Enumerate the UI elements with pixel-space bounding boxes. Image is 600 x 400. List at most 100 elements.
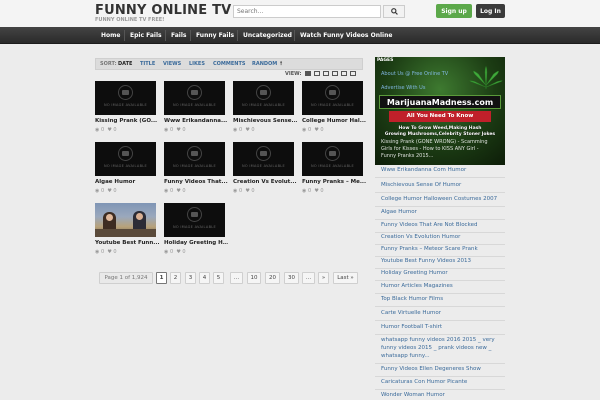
- sidebar-link[interactable]: Holiday Greeting Humor: [381, 270, 448, 276]
- sidebar-link[interactable]: Algae Humor: [381, 209, 417, 215]
- sort-views[interactable]: VIEWS: [163, 61, 181, 67]
- sort-title[interactable]: TITLE: [140, 61, 155, 67]
- ad-banner[interactable]: MarijuanaMadness.com All You Need To Kno…: [375, 57, 505, 165]
- sidebar-link[interactable]: Humor Football T-shirt: [381, 324, 442, 330]
- view-grid-small-icon[interactable]: [314, 71, 320, 76]
- view-list-small-icon[interactable]: [332, 71, 338, 76]
- sidebar-link[interactable]: College Humor Halloween Costumes 2007: [381, 196, 497, 202]
- video-title[interactable]: Algae Humor: [95, 179, 159, 185]
- view-label: VIEW:: [285, 71, 302, 77]
- heart-icon: ♥: [245, 127, 250, 133]
- eye-icon: ◉: [95, 249, 100, 255]
- sidebar-link[interactable]: Wonder Woman Humor: [381, 392, 445, 398]
- no-image-text: NO IMAGE AVAILABLE: [241, 164, 286, 168]
- login-button[interactable]: Log In: [476, 4, 505, 18]
- page-link[interactable]: 30: [284, 272, 299, 284]
- overlay-item[interactable]: Funny Pranks 2015...: [381, 153, 433, 159]
- sort-random[interactable]: RANDOM: [252, 61, 277, 67]
- search-input[interactable]: [233, 5, 381, 18]
- nav-epic-fails[interactable]: Epic Fails: [130, 27, 162, 44]
- sort-likes[interactable]: LIKES: [189, 61, 205, 67]
- video-thumbnail[interactable]: NO IMAGE AVAILABLE: [302, 81, 363, 115]
- page-link[interactable]: 4: [199, 272, 210, 284]
- sidebar-link[interactable]: whatsapp funny...: [381, 353, 430, 359]
- video-thumbnail[interactable]: [95, 203, 156, 237]
- view-compact-icon[interactable]: [350, 71, 356, 76]
- sidebar-link[interactable]: Mischievous Sense Of Humor: [381, 182, 461, 188]
- like-count: 0: [182, 188, 186, 194]
- video-thumbnail[interactable]: NO IMAGE AVAILABLE: [164, 203, 225, 237]
- video-title[interactable]: Funny Videos That...: [164, 179, 228, 185]
- video-title[interactable]: Youtube Best Funn...: [95, 240, 159, 246]
- eye-icon: ◉: [302, 188, 307, 194]
- video-thumbnail[interactable]: NO IMAGE AVAILABLE: [233, 81, 294, 115]
- video-thumbnail[interactable]: NO IMAGE AVAILABLE: [302, 142, 363, 176]
- camera-icon: [118, 146, 133, 161]
- video-stats: ◉ 0 ♥ 0: [233, 188, 255, 194]
- view-grid-icon[interactable]: [305, 71, 311, 76]
- overlay-link[interactable]: About Us @ Free Online TV: [381, 71, 448, 77]
- video-thumbnail[interactable]: NO IMAGE AVAILABLE: [164, 142, 225, 176]
- sidebar-link[interactable]: Www Erikandanna Com Humor: [381, 167, 466, 173]
- view-detail-icon[interactable]: [341, 71, 347, 76]
- nav-separator: [124, 30, 125, 41]
- sort-arrow-icon[interactable]: 🠕: [280, 61, 282, 69]
- video-thumbnail[interactable]: NO IMAGE AVAILABLE: [233, 142, 294, 176]
- sidebar-link[interactable]: Humor Articles Magazines: [381, 283, 453, 289]
- site-tagline: FUNNY ONLINE TV FREE!: [95, 17, 165, 23]
- sort-comments[interactable]: COMMENTS: [213, 61, 245, 67]
- view-count: 0: [169, 249, 174, 255]
- nav-watch-funny-videos[interactable]: Watch Funny Videos Online: [300, 27, 392, 44]
- video-title[interactable]: Creation Vs Evolut...: [233, 179, 297, 185]
- sidebar-link[interactable]: whatsapp funny videos 2016 2015 _ very: [381, 337, 495, 343]
- sidebar-link[interactable]: Caricaturas Con Humor Picante: [381, 379, 467, 385]
- video-title[interactable]: Kissing Prank (GO...: [95, 118, 159, 124]
- page-link[interactable]: 3: [185, 272, 196, 284]
- page-link[interactable]: »: [318, 272, 329, 284]
- site-logo[interactable]: FUNNY ONLINE TV: [95, 3, 231, 18]
- sidebar-link[interactable]: Funny Videos That Are Not Blocked: [381, 222, 477, 228]
- page-link[interactable]: 20: [265, 272, 280, 284]
- sidebar-link[interactable]: Youtube Best Funny Videos 2013: [381, 258, 471, 264]
- video-title[interactable]: Mischievous Sense...: [233, 118, 297, 124]
- sidebar-link[interactable]: Top Black Humor Films: [381, 296, 443, 302]
- main-nav: Home Epic Fails Fails Funny Fails Uncate…: [0, 27, 600, 44]
- sidebar-link[interactable]: Funny Videos Ellen Degeneres Show: [381, 366, 481, 372]
- overlay-link[interactable]: Advertise With Us: [381, 85, 425, 91]
- eye-icon: ◉: [233, 188, 238, 194]
- nav-funny-fails[interactable]: Funny Fails: [196, 27, 234, 44]
- nav-uncategorized[interactable]: Uncategorized: [243, 27, 292, 44]
- page-info: Page 1 of 1,924: [99, 272, 153, 284]
- like-count: 0: [251, 188, 255, 194]
- nav-home[interactable]: Home: [101, 27, 120, 44]
- page-link[interactable]: Last »: [333, 272, 358, 284]
- video-title[interactable]: Www Erikandanna...: [164, 118, 228, 124]
- nav-fails[interactable]: Fails: [171, 27, 186, 44]
- top-bar: FUNNY ONLINE TV FUNNY ONLINE TV FREE! Si…: [0, 0, 600, 27]
- view-count: 0: [100, 188, 105, 194]
- view-count: 0: [238, 188, 243, 194]
- page-link[interactable]: 5: [213, 272, 224, 284]
- no-image-placeholder: NO IMAGE AVAILABLE: [164, 142, 225, 176]
- sidebar-link[interactable]: Funny Pranks – Meteor Scare Prank: [381, 246, 478, 252]
- view-list-icon[interactable]: [323, 71, 329, 76]
- page-link[interactable]: 10: [247, 272, 261, 284]
- sidebar-link[interactable]: funny videos 2015 _ prank videos new _: [381, 345, 491, 351]
- video-title[interactable]: Holiday Greeting H...: [164, 240, 228, 246]
- video-thumbnail[interactable]: NO IMAGE AVAILABLE: [95, 81, 156, 115]
- overlay-item[interactable]: Kissing Prank (GONE WRONG) - Scamming: [381, 139, 488, 145]
- sort-date[interactable]: DATE: [118, 61, 132, 67]
- video-thumbnail[interactable]: NO IMAGE AVAILABLE: [95, 142, 156, 176]
- video-title[interactable]: Funny Pranks – Me...: [302, 179, 366, 185]
- overlay-item[interactable]: Girls for Kisses - How to KISS ANY Girl …: [381, 146, 479, 152]
- signup-button[interactable]: Sign up: [436, 4, 472, 18]
- page-link[interactable]: 2: [170, 272, 181, 284]
- page-current[interactable]: 1: [156, 272, 167, 284]
- sidebar-link[interactable]: Carte Virtuelle Humor: [381, 310, 441, 316]
- sidebar-link[interactable]: Creation Vs Evolution Humor: [381, 234, 460, 240]
- view-count: 0: [100, 249, 105, 255]
- search-button[interactable]: [383, 5, 405, 18]
- nav-separator: [190, 30, 191, 41]
- video-title[interactable]: College Humor Hal...: [302, 118, 366, 124]
- video-thumbnail[interactable]: NO IMAGE AVAILABLE: [164, 81, 225, 115]
